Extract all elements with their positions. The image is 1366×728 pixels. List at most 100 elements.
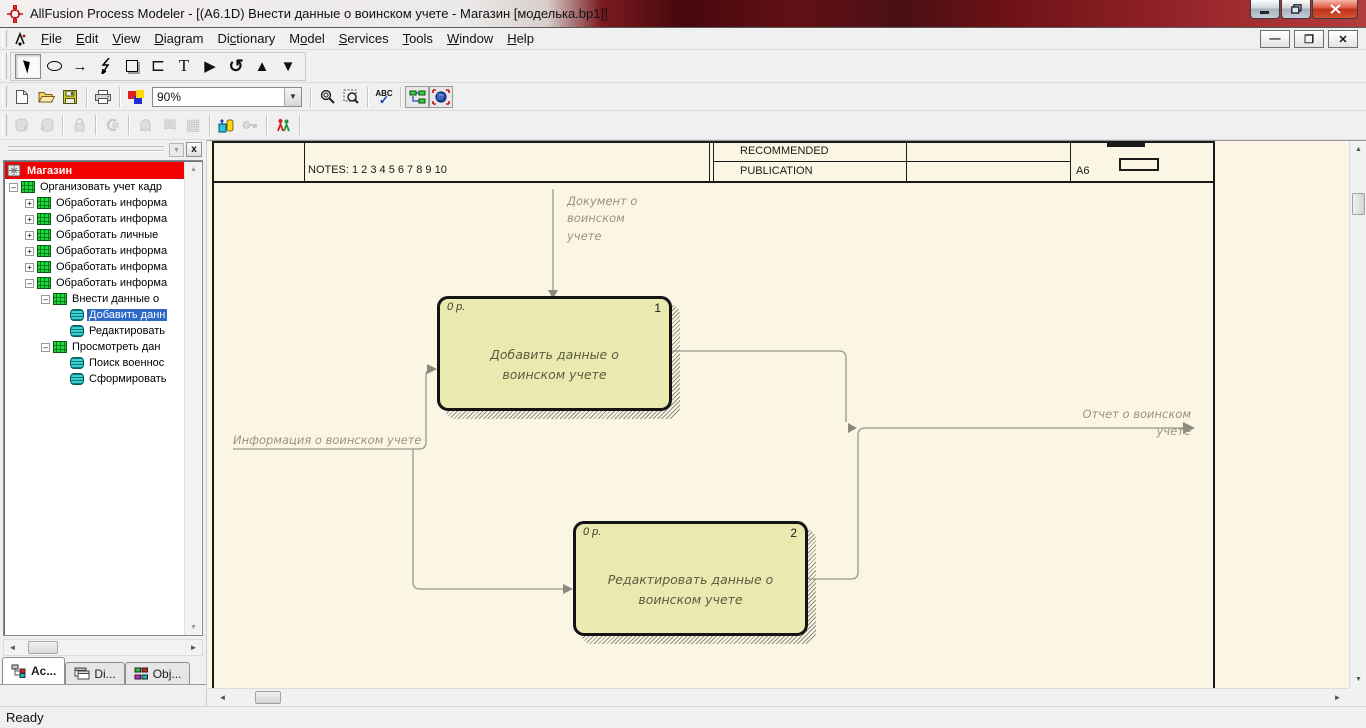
text-tool-button[interactable]: T [171, 54, 197, 79]
model-explorer-button[interactable] [405, 85, 429, 108]
arrow-label-information[interactable]: Информация о воинском учете [233, 432, 463, 449]
menu-edit[interactable]: Edit [69, 28, 105, 49]
toolbar1-grip[interactable] [2, 53, 7, 79]
expand-icon[interactable]: + [25, 230, 34, 240]
zoom-combo-arrow[interactable]: ▼ [284, 87, 301, 106]
arrow-tool-button[interactable]: → [67, 54, 93, 79]
tree-scroll-up-icon[interactable]: ▲ [187, 163, 200, 176]
expand-icon[interactable]: + [25, 198, 34, 208]
expand-icon[interactable]: + [25, 262, 34, 272]
tree-item-12[interactable]: Сформировать [5, 371, 184, 387]
toolbar3-grip[interactable] [2, 113, 7, 137]
tab-objects[interactable]: Obj... [124, 662, 191, 684]
mdi-close-button[interactable]: ✕ [1328, 30, 1358, 48]
pane-close-button[interactable]: x [186, 142, 202, 157]
print-button[interactable] [91, 86, 115, 108]
window-title: AllFusion Process Modeler - [(А6.1D) Вне… [30, 6, 608, 21]
tree-item-3[interactable]: + Обработать личные [5, 227, 184, 243]
external-reference-tool-button[interactable]: ⊏ [145, 54, 171, 79]
tab-diagrams[interactable]: Di... [65, 662, 125, 684]
diagram-vscroll-thumb[interactable] [1352, 193, 1365, 215]
mdi-minimize-button[interactable]: — [1260, 30, 1290, 48]
pane-dropdown-button[interactable]: ▼ [169, 143, 184, 157]
close-button[interactable] [1312, 0, 1358, 19]
diagram-hscroll-thumb[interactable] [255, 691, 281, 704]
collapse-icon[interactable]: – [25, 278, 34, 288]
diagram-canvas[interactable]: NOTES: 1 2 3 4 5 6 7 8 9 10 RECOMMENDED … [207, 140, 1366, 706]
menu-services[interactable]: Services [332, 28, 396, 49]
tree-scroll-right-icon[interactable]: ► [186, 641, 201, 654]
toolbar2-grip[interactable] [2, 85, 7, 108]
tree-horizontal-scrollbar[interactable]: ◄ ► [3, 639, 203, 656]
tree-item-0[interactable]: – Организовать учет кадр [5, 179, 184, 195]
menu-window[interactable]: Window [440, 28, 500, 49]
activity-box-1[interactable]: 0 р. 1 Добавить данные о воинском учете [437, 296, 672, 411]
tree-item-9[interactable]: Редактировать [5, 323, 184, 339]
menu-help[interactable]: Help [500, 28, 541, 49]
tree-scroll-left-icon[interactable]: ◄ [5, 641, 20, 654]
down-level-button[interactable]: ▼ [275, 54, 301, 79]
restore-button[interactable] [1281, 0, 1311, 19]
arrow-label-report[interactable]: Отчет о воинском учете [1045, 406, 1191, 441]
tree-item-1[interactable]: + Обработать информа [5, 195, 184, 211]
menu-view[interactable]: View [105, 28, 147, 49]
tree-model-root[interactable]: Магазин [5, 162, 184, 179]
tree-item-2[interactable]: + Обработать информа [5, 211, 184, 227]
collapse-icon[interactable]: – [41, 342, 50, 352]
new-button[interactable] [10, 86, 34, 108]
tab-activities[interactable]: Ac... [2, 657, 66, 684]
diagram-scroll-down-icon[interactable]: ▼ [1352, 673, 1365, 686]
zoom-area-button[interactable] [339, 86, 363, 108]
diagram-scroll-right-icon[interactable]: ► [1330, 691, 1345, 704]
tree-item-5[interactable]: + Обработать информа [5, 259, 184, 275]
zoom-button[interactable] [315, 86, 339, 108]
activity-box-2[interactable]: 0 р. 2 Редактировать данные о воинском у… [573, 521, 808, 636]
pane-drag-handle[interactable] [8, 146, 164, 151]
collapse-icon[interactable]: – [41, 294, 50, 304]
lock-icon [74, 118, 84, 132]
role-button[interactable] [271, 114, 295, 136]
box-tool-button[interactable] [119, 54, 145, 79]
model-mart-button[interactable] [429, 85, 453, 108]
tree-item-11[interactable]: Поиск военнос [5, 355, 184, 371]
activity-icon [37, 245, 51, 257]
diagram-scroll-up-icon[interactable]: ▲ [1352, 143, 1365, 156]
tree-hscroll-thumb[interactable] [28, 641, 58, 654]
zoom-combobox[interactable]: 90% ▼ [152, 86, 302, 107]
open-button[interactable] [34, 86, 58, 108]
menu-file[interactable]: File [34, 28, 69, 49]
diagram-window-icon[interactable] [12, 31, 28, 47]
menu-model[interactable]: Model [282, 28, 331, 49]
tree-scroll-down-icon[interactable]: ▼ [187, 621, 200, 634]
diagram-vertical-scrollbar[interactable]: ▲ ▼ [1349, 141, 1366, 688]
menu-diagram[interactable]: Diagram [147, 28, 210, 49]
tree-item-10[interactable]: – Просмотреть дан [5, 339, 184, 355]
menu-dictionary[interactable]: Dictionary [210, 28, 282, 49]
goto-child-button[interactable]: ▶ [197, 54, 223, 79]
clamp-icon [106, 118, 119, 132]
arrow-label-document[interactable]: Документ о воинском учете [567, 193, 649, 245]
mdi-restore-button[interactable]: ❐ [1294, 30, 1324, 48]
squiggle-tool-button[interactable] [93, 54, 119, 79]
tree-vertical-scrollbar[interactable]: ▲ ▼ [184, 162, 201, 635]
activity-box-tool-button[interactable] [41, 54, 67, 79]
pointer-tool-button[interactable] [15, 53, 41, 79]
save-button[interactable] [58, 86, 82, 108]
goto-parent-button[interactable]: ↺ [223, 54, 249, 79]
up-level-button[interactable]: ▲ [249, 54, 275, 79]
spell-check-button[interactable]: ABC ✓ [372, 86, 396, 108]
tree-item-6[interactable]: – Обработать информа [5, 275, 184, 291]
tree-item-8[interactable]: Добавить данн [5, 307, 184, 323]
diagram-horizontal-scrollbar[interactable]: ◄ ► [207, 688, 1349, 706]
color-palette-button[interactable] [124, 86, 148, 108]
diagram-scroll-left-icon[interactable]: ◄ [215, 691, 230, 704]
tree-item-7[interactable]: – Внести данные о [5, 291, 184, 307]
datastore-button[interactable] [214, 114, 238, 136]
expand-icon[interactable]: + [25, 246, 34, 256]
collapse-icon[interactable]: – [9, 182, 18, 192]
minimize-button[interactable] [1250, 0, 1280, 19]
tree-item-4[interactable]: + Обработать информа [5, 243, 184, 259]
menu-tools[interactable]: Tools [396, 28, 440, 49]
menubar-grip[interactable] [2, 30, 7, 47]
expand-icon[interactable]: + [25, 214, 34, 224]
